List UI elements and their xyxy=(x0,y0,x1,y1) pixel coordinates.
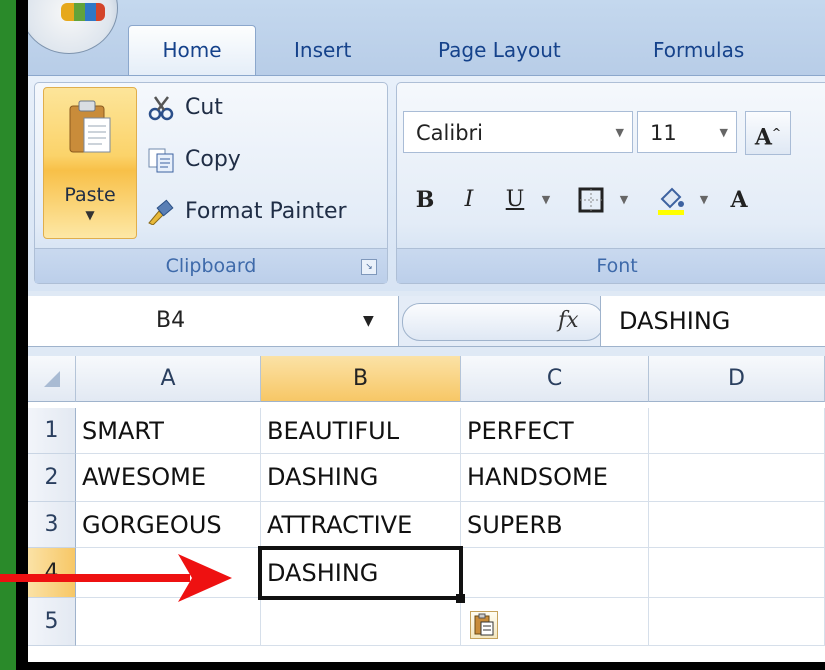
format-painter-brush-icon xyxy=(148,199,174,225)
cell-c1[interactable]: PERFECT xyxy=(461,408,649,454)
cut-button[interactable]: Cut xyxy=(147,95,223,121)
cell-b4[interactable]: DASHING xyxy=(261,548,461,598)
ribbon-tab-bar: Home Insert Page Layout Formulas xyxy=(28,0,825,80)
paste-options-button[interactable] xyxy=(470,611,498,639)
row-header-3[interactable]: 3 xyxy=(28,502,76,548)
cell-a2[interactable]: AWESOME xyxy=(76,454,261,502)
row-header-1[interactable]: 1 xyxy=(28,408,76,454)
cell-d5[interactable] xyxy=(649,598,825,646)
paste-dropdown-arrow-icon[interactable]: ▼ xyxy=(44,208,136,222)
cut-label: Cut xyxy=(185,95,223,120)
borders-icon xyxy=(578,187,604,213)
cell-d2[interactable] xyxy=(649,454,825,502)
insert-function-fx-icon[interactable]: fx xyxy=(558,296,579,346)
grow-font-button[interactable]: A^ xyxy=(745,111,791,155)
copy-button[interactable]: Copy xyxy=(147,147,241,173)
borders-button[interactable] xyxy=(569,179,613,221)
formula-bar: B4 ▼ fx DASHING xyxy=(28,296,825,347)
font-group: Calibri ▼ 11 ▼ A^ B I U ▼ ▼ ▼ A Font xyxy=(396,82,825,284)
italic-button[interactable]: I xyxy=(449,179,489,221)
name-box[interactable]: B4 ▼ xyxy=(28,296,399,346)
cell-d1[interactable] xyxy=(649,408,825,454)
cell-a3[interactable]: GORGEOUS xyxy=(76,502,261,548)
tab-formulas[interactable]: Formulas xyxy=(653,28,744,72)
underline-dropdown-icon[interactable]: ▼ xyxy=(537,179,555,221)
cell-a1[interactable]: SMART xyxy=(76,408,261,454)
row-header-2[interactable]: 2 xyxy=(28,454,76,502)
underline-button[interactable]: U xyxy=(495,179,535,221)
font-size-combo[interactable]: 11 ▼ xyxy=(637,111,737,153)
font-name-value: Calibri xyxy=(416,121,483,145)
office-logo-icon xyxy=(61,3,105,21)
select-all-triangle-icon xyxy=(43,371,60,387)
cell-c4[interactable] xyxy=(461,548,649,598)
font-size-value: 11 xyxy=(650,121,677,145)
cell-b2[interactable]: DASHING xyxy=(261,454,461,502)
column-header-b[interactable]: B xyxy=(261,356,461,402)
tab-insert[interactable]: Insert xyxy=(294,28,351,72)
format-painter-button[interactable]: Format Painter xyxy=(147,199,347,225)
select-all-corner[interactable] xyxy=(28,356,76,402)
format-painter-label: Format Painter xyxy=(185,199,347,224)
copy-label: Copy xyxy=(185,147,241,172)
scissors-icon xyxy=(148,96,174,121)
paint-bucket-icon xyxy=(658,187,684,215)
red-annotation-arrow xyxy=(0,554,232,602)
paste-button[interactable]: Paste ▼ xyxy=(43,87,137,239)
fill-color-dropdown-icon[interactable]: ▼ xyxy=(695,179,713,221)
clipboard-group-label: Clipboard xyxy=(35,248,387,283)
cell-d4[interactable] xyxy=(649,548,825,598)
font-size-dropdown-icon[interactable]: ▼ xyxy=(720,112,728,154)
font-color-button[interactable]: A xyxy=(719,179,759,221)
tab-home[interactable]: Home xyxy=(128,25,256,77)
cell-d3[interactable] xyxy=(649,502,825,548)
cell-c3[interactable]: SUPERB xyxy=(461,502,649,548)
tab-page-layout[interactable]: Page Layout xyxy=(438,28,561,72)
paste-label: Paste xyxy=(64,184,116,206)
cell-c2[interactable]: HANDSOME xyxy=(461,454,649,502)
column-header-c[interactable]: C xyxy=(461,356,649,402)
ribbon: Paste ▼ Cut Copy Format Painter Clipboar… xyxy=(28,75,825,291)
column-header-a[interactable]: A xyxy=(76,356,261,402)
fill-color-button[interactable] xyxy=(649,179,693,221)
office-button[interactable] xyxy=(28,0,118,54)
paste-options-clipboard-icon xyxy=(474,613,494,636)
bold-button[interactable]: B xyxy=(405,179,445,221)
cell-b3[interactable]: ATTRACTIVE xyxy=(261,502,461,548)
copy-icon xyxy=(148,148,174,173)
borders-dropdown-icon[interactable]: ▼ xyxy=(615,179,633,221)
column-header-d[interactable]: D xyxy=(649,356,825,402)
font-name-dropdown-icon[interactable]: ▼ xyxy=(616,112,624,154)
cell-b1[interactable]: BEAUTIFUL xyxy=(261,408,461,454)
clipboard-paste-icon xyxy=(69,100,111,153)
worksheet-grid: A B C D 1 2 3 4 5 SMART BEAUTIFUL PERFEC… xyxy=(28,356,825,662)
formula-input[interactable]: DASHING xyxy=(600,296,825,346)
font-name-combo[interactable]: Calibri ▼ xyxy=(403,111,633,153)
name-box-dropdown-icon[interactable]: ▼ xyxy=(363,296,374,346)
fill-handle[interactable] xyxy=(456,594,465,603)
clipboard-group: Paste ▼ Cut Copy Format Painter Clipboar… xyxy=(34,82,388,284)
name-box-value: B4 xyxy=(156,308,186,333)
font-group-label: Font xyxy=(397,248,825,283)
clipboard-dialog-launcher-icon[interactable]: ↘ xyxy=(361,259,377,275)
cell-b5[interactable] xyxy=(261,598,461,646)
